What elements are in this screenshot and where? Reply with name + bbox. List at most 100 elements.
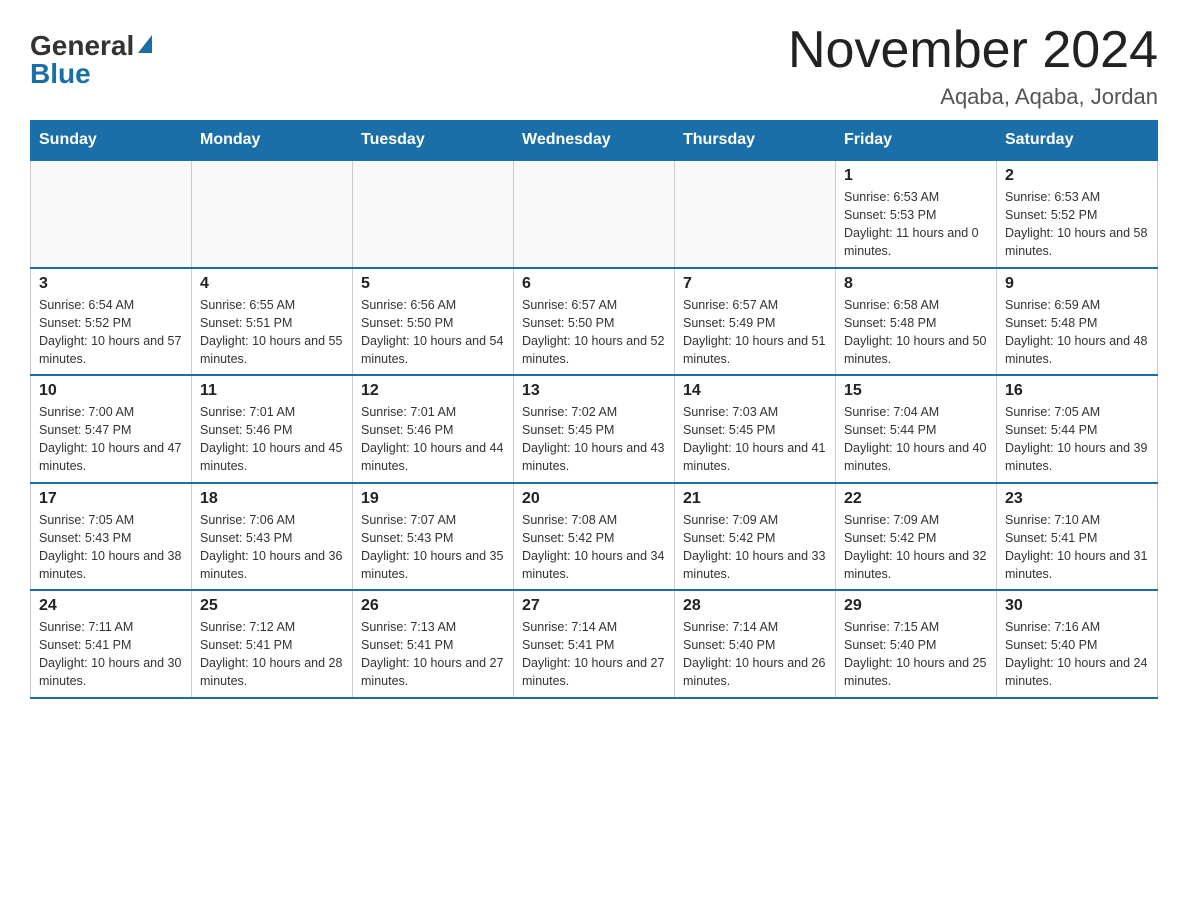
- sun-info: Sunrise: 7:10 AM Sunset: 5:41 PM Dayligh…: [1005, 511, 1149, 584]
- sun-info: Sunrise: 7:06 AM Sunset: 5:43 PM Dayligh…: [200, 511, 344, 584]
- table-row: 9 Sunrise: 6:59 AM Sunset: 5:48 PM Daylig…: [997, 268, 1158, 376]
- table-row: 25 Sunrise: 7:12 AM Sunset: 5:41 PM Dayli…: [192, 590, 353, 698]
- calendar-week-row: 24Sunrise: 7:11 AM Sunset: 5:41 PM Dayli…: [31, 590, 1158, 698]
- col-saturday: Saturday: [997, 121, 1158, 161]
- table-row: 4Sunrise: 6:55 AM Sunset: 5:51 PM Daylig…: [192, 268, 353, 376]
- title-block: November 2024 Aqaba, Aqaba, Jordan: [788, 20, 1158, 110]
- sun-info: Sunrise: 6:57 AM Sunset: 5:50 PM Dayligh…: [522, 296, 666, 369]
- calendar-table: Sunday Monday Tuesday Wednesday Thursday…: [30, 120, 1158, 699]
- day-number: 30: [1005, 597, 1149, 615]
- sun-info: Sunrise: 7:01 AM Sunset: 5:46 PM Dayligh…: [200, 403, 344, 476]
- sun-info: Sunrise: 6:53 AM Sunset: 5:53 PM Dayligh…: [844, 188, 988, 261]
- sun-info: Sunrise: 7:03 AM Sunset: 5:45 PM Dayligh…: [683, 403, 827, 476]
- table-row: 7 Sunrise: 6:57 AM Sunset: 5:49 PM Daylig…: [675, 268, 836, 376]
- day-number: 4: [200, 275, 344, 293]
- table-row: 15 Sunrise: 7:04 AM Sunset: 5:44 PM Dayli…: [836, 375, 997, 483]
- sun-info: Sunrise: 6:58 AM Sunset: 5:48 PM Dayligh…: [844, 296, 988, 369]
- day-number: 1: [844, 167, 988, 185]
- location-subtitle: Aqaba, Aqaba, Jordan: [788, 84, 1158, 110]
- table-row: 29Sunrise: 7:15 AM Sunset: 5:40 PM Dayli…: [836, 590, 997, 698]
- sun-info: Sunrise: 6:53 AM Sunset: 5:52 PM Dayligh…: [1005, 188, 1149, 261]
- col-tuesday: Tuesday: [353, 121, 514, 161]
- table-row: 3 Sunrise: 6:54 AM Sunset: 5:52 PM Daylig…: [31, 268, 192, 376]
- table-row: 24Sunrise: 7:11 AM Sunset: 5:41 PM Dayli…: [31, 590, 192, 698]
- table-row: 12 Sunrise: 7:01 AM Sunset: 5:46 PM Dayli…: [353, 375, 514, 483]
- sun-info: Sunrise: 6:54 AM Sunset: 5:52 PM Dayligh…: [39, 296, 183, 369]
- day-number: 9: [1005, 275, 1149, 293]
- day-number: 5: [361, 275, 505, 293]
- sun-info: Sunrise: 7:02 AM Sunset: 5:45 PM Dayligh…: [522, 403, 666, 476]
- day-number: 25: [200, 597, 344, 615]
- logo: General Blue: [30, 30, 152, 90]
- day-number: 2: [1005, 167, 1149, 185]
- sun-info: Sunrise: 7:08 AM Sunset: 5:42 PM Dayligh…: [522, 511, 666, 584]
- table-row: 21Sunrise: 7:09 AM Sunset: 5:42 PM Dayli…: [675, 483, 836, 591]
- day-number: 10: [39, 382, 183, 400]
- day-number: 27: [522, 597, 666, 615]
- logo-triangle-icon: [138, 35, 152, 53]
- col-friday: Friday: [836, 121, 997, 161]
- table-row: 8 Sunrise: 6:58 AM Sunset: 5:48 PM Daylig…: [836, 268, 997, 376]
- table-row: 30 Sunrise: 7:16 AM Sunset: 5:40 PM Dayli…: [997, 590, 1158, 698]
- sun-info: Sunrise: 7:12 AM Sunset: 5:41 PM Dayligh…: [200, 618, 344, 691]
- sun-info: Sunrise: 6:59 AM Sunset: 5:48 PM Dayligh…: [1005, 296, 1149, 369]
- sun-info: Sunrise: 7:14 AM Sunset: 5:41 PM Dayligh…: [522, 618, 666, 691]
- logo-blue-text: Blue: [30, 58, 91, 90]
- table-row: 18 Sunrise: 7:06 AM Sunset: 5:43 PM Dayli…: [192, 483, 353, 591]
- day-number: 22: [844, 490, 988, 508]
- table-row: [353, 160, 514, 268]
- month-title: November 2024: [788, 20, 1158, 80]
- calendar-week-row: 3 Sunrise: 6:54 AM Sunset: 5:52 PM Daylig…: [31, 268, 1158, 376]
- sun-info: Sunrise: 6:57 AM Sunset: 5:49 PM Dayligh…: [683, 296, 827, 369]
- col-thursday: Thursday: [675, 121, 836, 161]
- day-number: 16: [1005, 382, 1149, 400]
- day-number: 15: [844, 382, 988, 400]
- day-number: 29: [844, 597, 988, 615]
- day-number: 21: [683, 490, 827, 508]
- page-header: General Blue November 2024 Aqaba, Aqaba,…: [30, 20, 1158, 110]
- calendar-header-row: Sunday Monday Tuesday Wednesday Thursday…: [31, 121, 1158, 161]
- table-row: 19Sunrise: 7:07 AM Sunset: 5:43 PM Dayli…: [353, 483, 514, 591]
- sun-info: Sunrise: 6:56 AM Sunset: 5:50 PM Dayligh…: [361, 296, 505, 369]
- sun-info: Sunrise: 7:01 AM Sunset: 5:46 PM Dayligh…: [361, 403, 505, 476]
- table-row: [514, 160, 675, 268]
- calendar-week-row: 1 Sunrise: 6:53 AM Sunset: 5:53 PM Daylig…: [31, 160, 1158, 268]
- table-row: 27 Sunrise: 7:14 AM Sunset: 5:41 PM Dayli…: [514, 590, 675, 698]
- sun-info: Sunrise: 7:16 AM Sunset: 5:40 PM Dayligh…: [1005, 618, 1149, 691]
- table-row: 20 Sunrise: 7:08 AM Sunset: 5:42 PM Dayli…: [514, 483, 675, 591]
- day-number: 20: [522, 490, 666, 508]
- table-row: 13Sunrise: 7:02 AM Sunset: 5:45 PM Dayli…: [514, 375, 675, 483]
- col-monday: Monday: [192, 121, 353, 161]
- table-row: 23 Sunrise: 7:10 AM Sunset: 5:41 PM Dayli…: [997, 483, 1158, 591]
- day-number: 26: [361, 597, 505, 615]
- day-number: 18: [200, 490, 344, 508]
- day-number: 6: [522, 275, 666, 293]
- sun-info: Sunrise: 7:09 AM Sunset: 5:42 PM Dayligh…: [844, 511, 988, 584]
- day-number: 7: [683, 275, 827, 293]
- table-row: 5 Sunrise: 6:56 AM Sunset: 5:50 PM Daylig…: [353, 268, 514, 376]
- table-row: 22 Sunrise: 7:09 AM Sunset: 5:42 PM Dayli…: [836, 483, 997, 591]
- table-row: 26 Sunrise: 7:13 AM Sunset: 5:41 PM Dayli…: [353, 590, 514, 698]
- day-number: 14: [683, 382, 827, 400]
- sun-info: Sunrise: 7:05 AM Sunset: 5:44 PM Dayligh…: [1005, 403, 1149, 476]
- day-number: 8: [844, 275, 988, 293]
- table-row: 2 Sunrise: 6:53 AM Sunset: 5:52 PM Daylig…: [997, 160, 1158, 268]
- day-number: 28: [683, 597, 827, 615]
- day-number: 11: [200, 382, 344, 400]
- day-number: 19: [361, 490, 505, 508]
- day-number: 23: [1005, 490, 1149, 508]
- table-row: 1 Sunrise: 6:53 AM Sunset: 5:53 PM Daylig…: [836, 160, 997, 268]
- table-row: [31, 160, 192, 268]
- sun-info: Sunrise: 7:00 AM Sunset: 5:47 PM Dayligh…: [39, 403, 183, 476]
- calendar-week-row: 17Sunrise: 7:05 AM Sunset: 5:43 PM Dayli…: [31, 483, 1158, 591]
- sun-info: Sunrise: 7:14 AM Sunset: 5:40 PM Dayligh…: [683, 618, 827, 691]
- sun-info: Sunrise: 7:13 AM Sunset: 5:41 PM Dayligh…: [361, 618, 505, 691]
- sun-info: Sunrise: 7:04 AM Sunset: 5:44 PM Dayligh…: [844, 403, 988, 476]
- table-row: [675, 160, 836, 268]
- table-row: [192, 160, 353, 268]
- day-number: 3: [39, 275, 183, 293]
- day-number: 12: [361, 382, 505, 400]
- table-row: 11 Sunrise: 7:01 AM Sunset: 5:46 PM Dayli…: [192, 375, 353, 483]
- table-row: 28 Sunrise: 7:14 AM Sunset: 5:40 PM Dayli…: [675, 590, 836, 698]
- sun-info: Sunrise: 7:11 AM Sunset: 5:41 PM Dayligh…: [39, 618, 183, 691]
